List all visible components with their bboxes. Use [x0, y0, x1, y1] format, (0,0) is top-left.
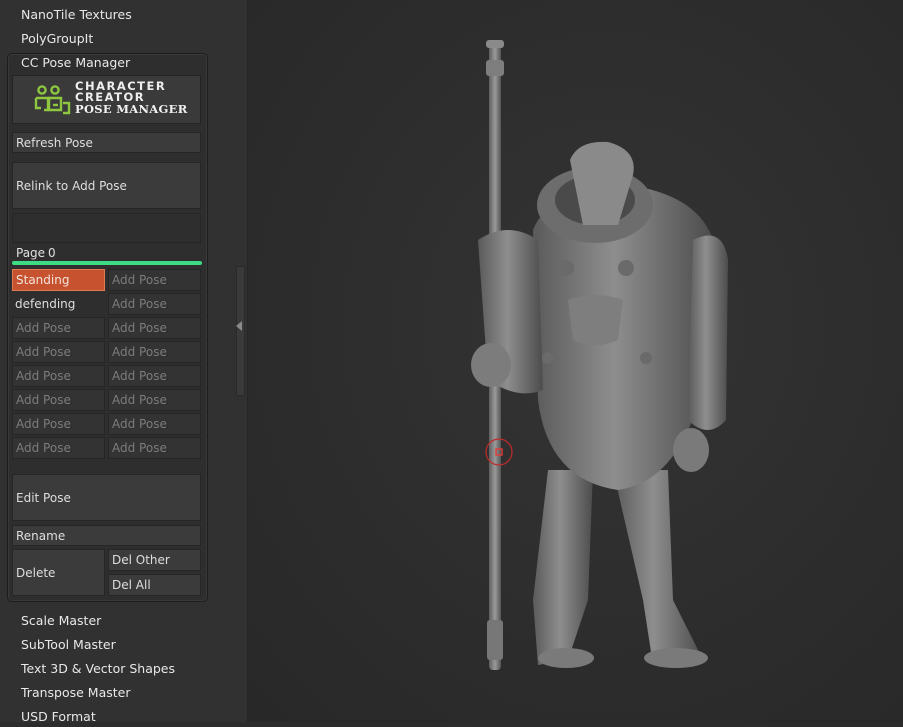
palette-scrollbar[interactable] — [236, 266, 245, 396]
delete-button[interactable]: Delete — [12, 549, 105, 596]
plugin-transpose-master[interactable]: Transpose Master — [21, 683, 130, 703]
plugin-scale-master[interactable]: Scale Master — [21, 611, 101, 631]
character-creator-logo-icon — [34, 85, 71, 115]
pose-slot-add[interactable]: Add Pose — [108, 437, 201, 459]
page-value: 0 — [48, 246, 56, 260]
plugin-polygroupit[interactable]: PolyGroupIt — [21, 29, 93, 49]
plugin-cc-pose-manager[interactable]: CC Pose Manager — [21, 53, 130, 73]
logo-line-pose-manager: POSE MANAGER — [75, 102, 188, 116]
pose-slot-add[interactable]: Add Pose — [12, 365, 105, 387]
pose-slot-add[interactable]: Add Pose — [108, 341, 201, 363]
relink-to-add-pose-button[interactable]: Relink to Add Pose — [12, 162, 201, 209]
edit-pose-button[interactable]: Edit Pose — [12, 474, 201, 521]
pose-slot-add[interactable]: Add Pose — [108, 413, 201, 435]
3d-viewport[interactable] — [248, 0, 903, 722]
page-slider-track — [12, 261, 202, 265]
pose-slot-add[interactable]: Add Pose — [108, 293, 201, 315]
pose-slot-add[interactable]: Add Pose — [108, 365, 201, 387]
spacesuit-character-model — [471, 40, 728, 670]
pose-slot-add[interactable]: Add Pose — [12, 341, 105, 363]
pose-slot-add[interactable]: Add Pose — [108, 269, 201, 291]
pose-slot-add[interactable]: Add Pose — [12, 413, 105, 435]
refresh-pose-button[interactable]: Refresh Pose — [12, 132, 201, 153]
pose-slot-add[interactable]: Add Pose — [108, 389, 201, 411]
plugin-text-3d-vector-shapes[interactable]: Text 3D & Vector Shapes — [21, 659, 175, 679]
collapse-arrow-icon[interactable] — [236, 321, 242, 331]
character-creator-logo: CHARACTER CREATOR POSE MANAGER — [12, 75, 201, 124]
pose-slot-add[interactable]: Add Pose — [108, 317, 201, 339]
plugin-subtool-master[interactable]: SubTool Master — [21, 635, 116, 655]
brush-cursor-icon — [485, 438, 513, 466]
del-all-button[interactable]: Del All — [108, 574, 201, 596]
rename-button[interactable]: Rename — [12, 525, 201, 546]
plugin-palette: NanoTile Textures PolyGroupIt CC Pose Ma… — [0, 0, 248, 724]
plugin-usd-format[interactable]: USD Format — [21, 707, 96, 727]
page-label: Page — [16, 246, 46, 260]
pose-slot-add[interactable]: Add Pose — [12, 317, 105, 339]
pose-slot-add[interactable]: Add Pose — [12, 389, 105, 411]
del-other-button[interactable]: Del Other — [108, 549, 201, 571]
pose-slot-add[interactable]: Add Pose — [12, 437, 105, 459]
plugin-nanotile-textures[interactable]: NanoTile Textures — [21, 5, 132, 25]
pose-preview-area — [12, 213, 201, 243]
page-slider[interactable]: Page 0 — [12, 244, 202, 268]
pose-slot-defending[interactable]: defending — [12, 293, 105, 315]
page-slider-fill — [12, 261, 202, 265]
pose-slot-standing[interactable]: Standing — [12, 269, 105, 291]
